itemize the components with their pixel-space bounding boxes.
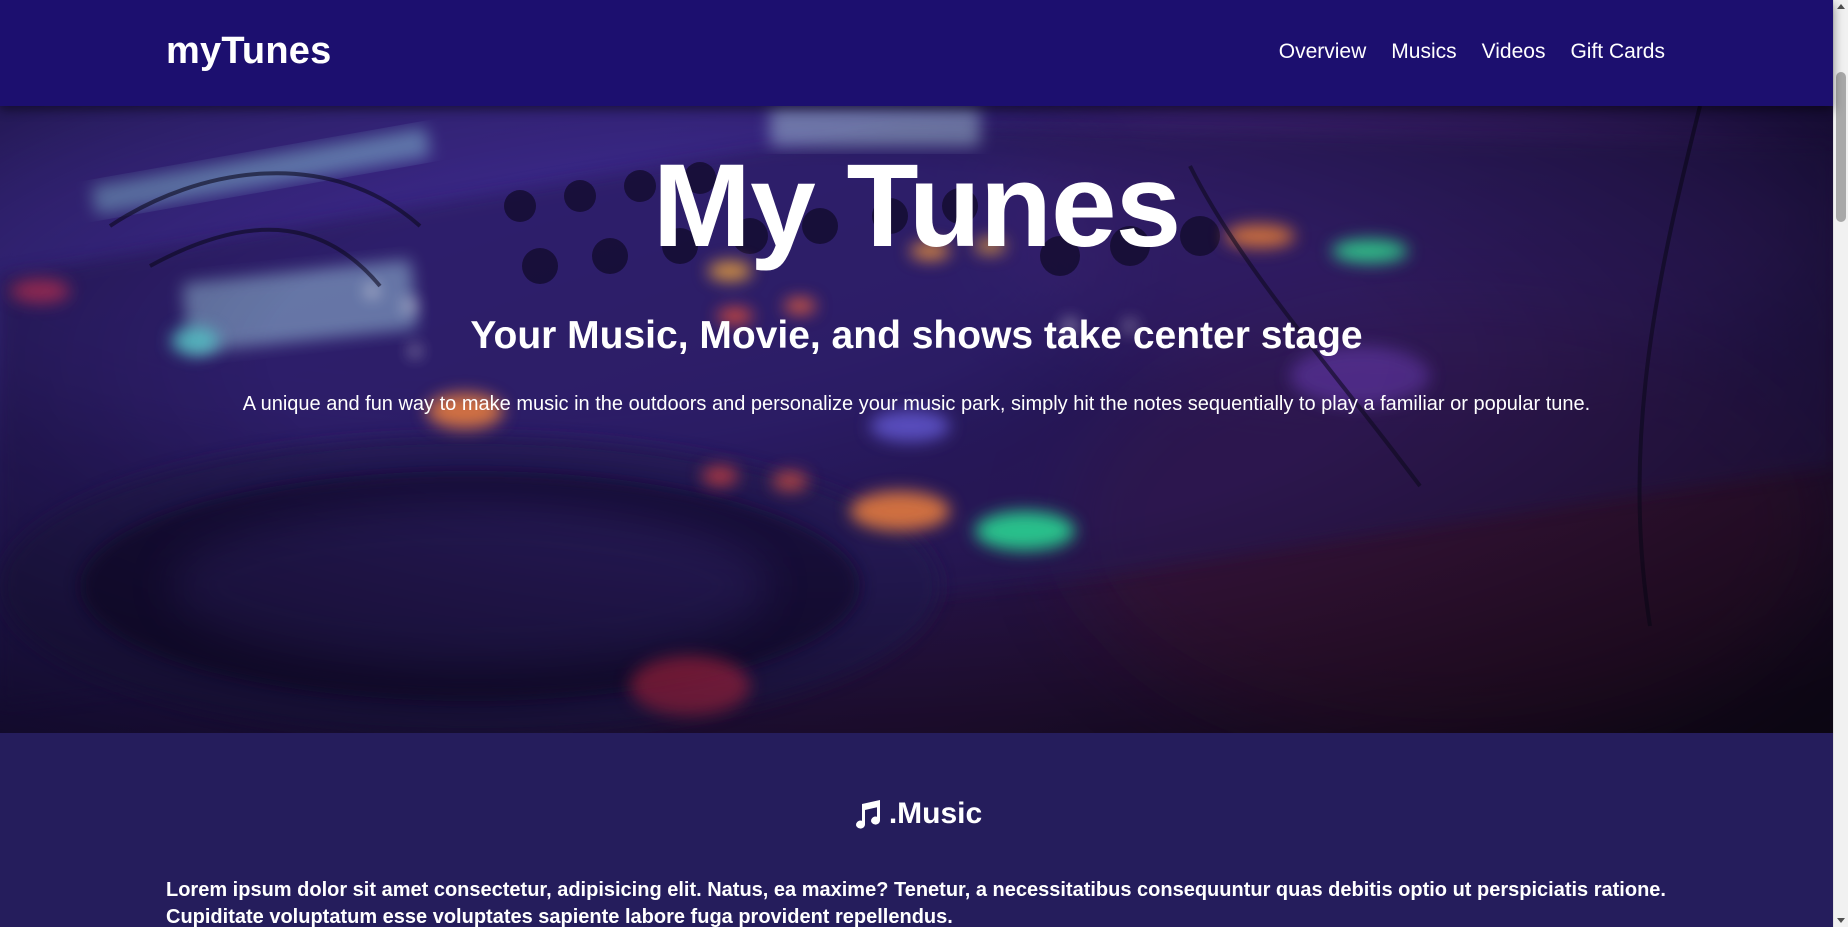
- nav-link-videos[interactable]: Videos: [1482, 40, 1546, 64]
- hero-subtitle: Your Music, Movie, and shows take center…: [470, 314, 1363, 357]
- nav-link-musics[interactable]: Musics: [1391, 40, 1456, 64]
- hero-title: My Tunes: [652, 140, 1181, 272]
- brand-logo[interactable]: myTunes: [166, 30, 331, 73]
- scrollbar-thumb[interactable]: [1836, 72, 1846, 222]
- music-note-icon: [855, 800, 880, 829]
- nav-link-gift-cards[interactable]: Gift Cards: [1570, 40, 1665, 64]
- music-section: .Music Lorem ipsum dolor sit amet consec…: [0, 733, 1833, 927]
- scroll-down-arrow-icon[interactable]: [1837, 918, 1845, 923]
- music-heading-text: .Music: [888, 797, 983, 830]
- hero-description: A unique and fun way to make music in th…: [242, 393, 1591, 415]
- music-description: Lorem ipsum dolor sit amet consectetur, …: [166, 879, 1666, 927]
- hero-section: My Tunes Your Music, Movie, and shows ta…: [0, 106, 1833, 733]
- music-heading: .Music: [0, 797, 1833, 831]
- navbar: myTunes Overview Musics Videos Gift Card…: [0, 0, 1833, 106]
- vertical-scrollbar[interactable]: [1833, 0, 1848, 927]
- nav-link-overview[interactable]: Overview: [1279, 40, 1367, 64]
- nav-links: Overview Musics Videos Gift Cards: [1279, 40, 1665, 64]
- scroll-up-arrow-icon[interactable]: [1837, 4, 1845, 9]
